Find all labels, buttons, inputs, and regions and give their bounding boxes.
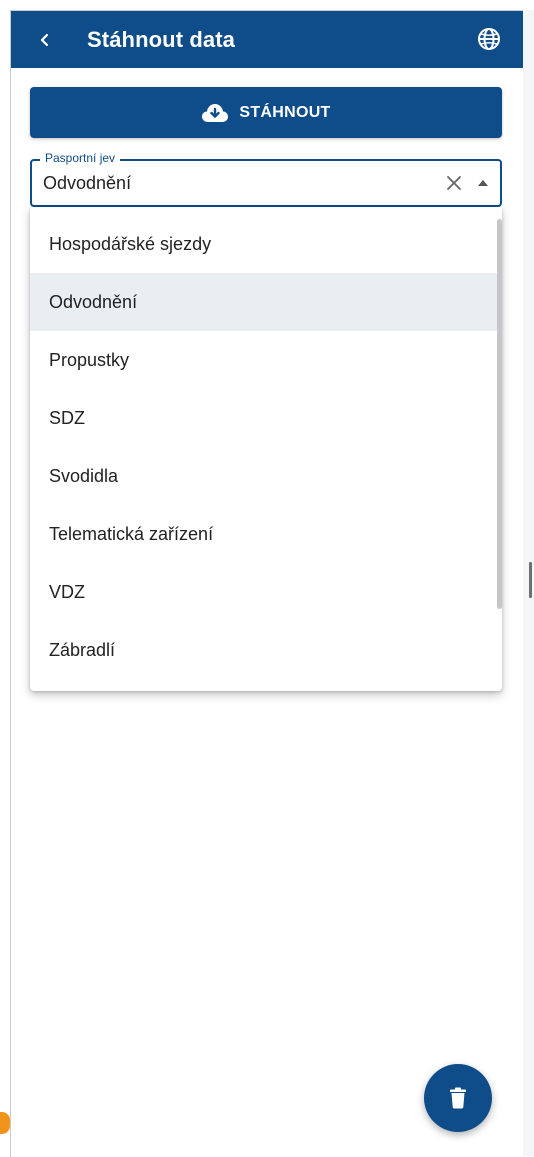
delete-button[interactable] — [424, 1064, 492, 1132]
globe-icon — [478, 28, 500, 50]
caret-up-icon[interactable] — [478, 180, 488, 186]
side-strip — [522, 10, 534, 1156]
option-sdz[interactable]: SDZ — [30, 389, 502, 447]
dropdown-scrollbar[interactable] — [497, 219, 502, 609]
download-button[interactable]: STÁHNOUT — [30, 87, 502, 138]
panel-resize-handle[interactable] — [529, 562, 532, 598]
option-vdz[interactable]: VDZ — [30, 563, 502, 621]
option-telematicka-zarizeni[interactable]: Telematická zařízení — [30, 505, 502, 563]
page-title: Stáhnout data — [87, 26, 235, 52]
option-propustky[interactable]: Propustky — [30, 331, 502, 389]
language-button[interactable] — [469, 19, 509, 59]
feature-select[interactable]: Pasportní jev Odvodnění — [30, 151, 502, 207]
option-hospodarske-sjezdy[interactable]: Hospodářské sjezdy — [30, 215, 502, 273]
back-button[interactable] — [25, 20, 65, 60]
option-zabradli[interactable]: Zábradlí — [30, 621, 502, 679]
feature-dropdown: Hospodářské sjezdy Odvodnění Propustky S… — [30, 207, 502, 691]
close-icon[interactable] — [444, 173, 464, 193]
download-data-panel: Stáhnout data STÁHNOUT Pasportní jev Odv… — [10, 10, 523, 1157]
cloud-download-icon — [202, 103, 229, 122]
option-odvodneni[interactable]: Odvodnění — [30, 273, 502, 331]
chevron-left-icon — [40, 33, 49, 46]
feature-select-value[interactable]: Odvodnění — [43, 173, 131, 194]
panel-header: Stáhnout data — [11, 11, 523, 68]
trash-icon — [450, 1087, 466, 1109]
download-button-label: STÁHNOUT — [239, 103, 331, 121]
feature-select-label: Pasportní jev — [40, 151, 121, 165]
logo-fragment — [0, 1112, 10, 1134]
option-svodidla[interactable]: Svodidla — [30, 447, 502, 505]
